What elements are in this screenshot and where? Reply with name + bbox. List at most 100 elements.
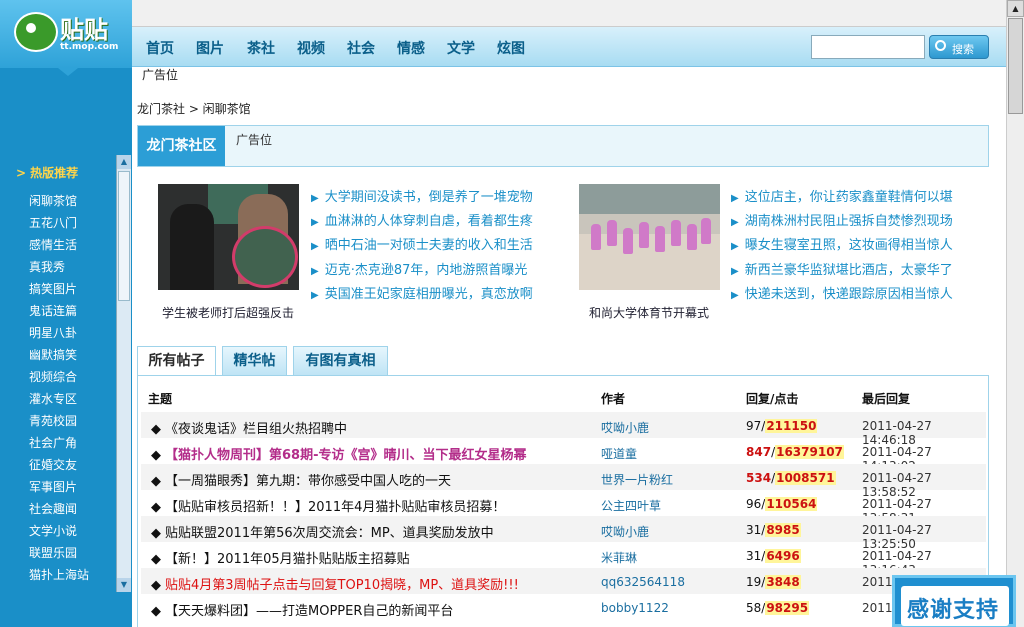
reply-count: 31 [746, 523, 762, 537]
post-title[interactable]: ◆ 【新！】2011年05月猫扑贴贴版主招募贴 [151, 548, 410, 567]
post-author[interactable]: 哎呦小鹿 [601, 523, 649, 540]
post-author[interactable]: 公主四叶草 [601, 497, 661, 514]
tab-all-posts[interactable]: 所有帖子 [137, 346, 216, 376]
news-link[interactable]: ▶ 英国准王妃家庭相册曝光，真恋放啊 [311, 283, 533, 302]
post-author[interactable]: 哑道童 [601, 445, 637, 462]
diamond-icon: ◆ [151, 500, 161, 515]
nav-home[interactable]: 首页 [146, 38, 174, 58]
featured-image[interactable] [158, 184, 299, 290]
table-row: ◆ 【猫扑人物周刊】第68期-专访《宫》晴川、当下最红女星杨幂 哑道童 847/163… [141, 438, 986, 473]
sidebar-item[interactable]: 真我秀 [29, 258, 65, 275]
news-link[interactable]: ▶ 迈克·杰克逊87年，内地游照首曝光 [311, 259, 527, 278]
news-link[interactable]: ▶ 晒中石油一对硕士夫妻的收入和生活 [311, 234, 533, 253]
click-count: 98295 [765, 601, 810, 615]
post-title[interactable]: ◆ 【猫扑人物周刊】第68期-专访《宫》晴川、当下最红女星杨幂 [151, 444, 527, 463]
logo-pointer [58, 68, 78, 76]
sidebar-item[interactable]: 闲聊茶馆 [29, 192, 77, 209]
section-title[interactable]: 龙门茶社区 [138, 126, 225, 166]
nav-tea[interactable]: 茶社 [247, 38, 275, 58]
post-title[interactable]: ◆ 贴贴联盟2011年第56次周交流会：MP、道具奖励发放中 [151, 522, 494, 541]
news-link[interactable]: ▶ 血淋淋的人体穿刺自虐，看着都生疼 [311, 210, 533, 229]
post-title[interactable]: ◆ 【天天爆料团】——打造MOPPER自己的新闻平台 [151, 600, 453, 619]
sidebar-item[interactable]: 五花八门 [29, 214, 77, 231]
post-title[interactable]: ◆ 《夜谈鬼话》栏目组火热招聘中 [151, 418, 347, 437]
sidebar-item[interactable]: 视频综合 [29, 368, 77, 385]
thanks-badge[interactable]: 感谢支持 [892, 575, 1016, 627]
scroll-up-icon[interactable]: ▲ [1007, 0, 1024, 17]
page-scrollbar[interactable]: ▲ [1006, 0, 1024, 627]
table-row: ◆ 《夜谈鬼话》栏目组火热招聘中 哎呦小鹿 97/211150 2011-04-27 1… [141, 412, 986, 447]
sidebar-item[interactable]: 联盟乐园 [29, 544, 77, 561]
sidebar-item[interactable]: 征婚交友 [29, 456, 77, 473]
scroll-thumb[interactable] [1008, 18, 1023, 114]
nav-video[interactable]: 视频 [297, 38, 325, 58]
sidebar-item[interactable]: 鬼话连篇 [29, 302, 77, 319]
post-author[interactable]: 哎呦小鹿 [601, 419, 649, 436]
post-author[interactable]: 世界一片粉红 [601, 471, 673, 488]
table-row: ◆ 【一周猫眼秀】第九期：带你感受中国人吃的一天 世界一片粉红 534/1008571… [141, 464, 986, 499]
sidebar-item[interactable]: 明星八卦 [29, 324, 77, 341]
featured-caption[interactable]: 学生被老师打后超强反击 [162, 304, 294, 321]
search-input[interactable] [811, 35, 925, 59]
nav-society[interactable]: 社会 [347, 38, 375, 58]
sidebar-item[interactable]: 灌水专区 [29, 390, 77, 407]
col-title: 主题 [148, 392, 173, 406]
featured-caption[interactable]: 和尚大学体育节开幕式 [589, 304, 709, 321]
news-link[interactable]: ▶ 湖南株洲村民阻止强拆自焚惨烈现场 [731, 210, 953, 229]
reply-count: 58 [746, 601, 762, 615]
sidebar-list: > 热版推荐 闲聊茶馆 五花八门 感情生活 真我秀 搞笑图片 鬼话连篇 明星八卦 … [0, 155, 116, 592]
scroll-thumb[interactable] [118, 171, 130, 301]
search-button[interactable]: 搜索 [929, 35, 989, 59]
sidebar-item[interactable]: 青苑校园 [29, 412, 77, 429]
post-stats: 31/8985 [746, 523, 801, 537]
nav-literature[interactable]: 文学 [447, 38, 475, 58]
news-link[interactable]: ▶ 快递未送到，快递跟踪原因相当惊人 [731, 283, 953, 302]
post-stats: 31/6496 [746, 549, 801, 563]
sidebar-item[interactable]: 猫扑上海站 [29, 566, 89, 583]
sidebar-item[interactable]: 军事图片 [29, 478, 77, 495]
news-link[interactable]: ▶ 这位店主，你让药家鑫童鞋情何以堪 [731, 186, 953, 205]
diamond-icon: ◆ [151, 578, 161, 593]
nav-showpics[interactable]: 炫图 [497, 38, 525, 58]
post-title[interactable]: ◆ 贴贴4月第3周帖子点击与回复TOP10揭晓，MP、道具奖励!!! [151, 574, 519, 593]
sidebar-item[interactable]: 社会广角 [29, 434, 77, 451]
site-logo[interactable]: 贴贴 tt.mop.com [0, 0, 132, 68]
sidebar-scrollbar[interactable]: ▲ ▼ [116, 155, 131, 592]
sidebar-item[interactable]: 社会趣闻 [29, 500, 77, 517]
post-title[interactable]: ◆ 【一周猫眼秀】第九期：带你感受中国人吃的一天 [151, 470, 451, 489]
featured-image[interactable] [579, 184, 720, 290]
post-author[interactable]: bobby1122 [601, 601, 669, 615]
reply-count: 534 [746, 471, 772, 485]
click-count: 8985 [765, 523, 801, 537]
scroll-up-icon[interactable]: ▲ [117, 155, 131, 169]
sidebar-item[interactable]: 搞笑图片 [29, 280, 77, 297]
sidebar-item[interactable]: 感情生活 [29, 236, 77, 253]
table-row: ◆ 【新！】2011年05月猫扑贴贴版主招募贴 米菲琳 31/6496 2011-04-… [141, 542, 986, 577]
col-last: 最后回复 [862, 392, 911, 406]
post-author[interactable]: 米菲琳 [601, 549, 637, 566]
news-link[interactable]: ▶ 曝女生寝室丑照，这妆画得相当惊人 [731, 234, 953, 253]
news-link[interactable]: ▶ 新西兰豪华监狱堪比酒店，太豪华了 [731, 259, 953, 278]
post-author[interactable]: qq632564118 [601, 575, 685, 589]
breadcrumb[interactable]: 龙门茶社 > 闲聊茶馆 [137, 100, 251, 117]
reply-count: 847 [746, 445, 772, 459]
sidebar-item[interactable]: 文学小说 [29, 522, 77, 539]
sidebar-item[interactable]: 幽默搞笑 [29, 346, 77, 363]
top-strip [132, 0, 1006, 27]
click-count: 211150 [765, 419, 818, 433]
scroll-down-icon[interactable]: ▼ [117, 578, 131, 592]
diamond-icon: ◆ [151, 604, 161, 619]
post-title[interactable]: ◆ 【贴贴审核员招新！！】2011年4月猫扑贴贴审核员招募！ [151, 496, 505, 515]
reply-count: 31 [746, 549, 762, 563]
tab-featured-posts[interactable]: 精华帖 [222, 346, 287, 375]
col-reply: 回复/点击 [746, 392, 799, 406]
nav-pictures[interactable]: 图片 [196, 38, 224, 58]
nav-emotion[interactable]: 情感 [397, 38, 425, 58]
news-link[interactable]: ▶ 大学期间没读书，倒是养了一堆宠物 [311, 186, 533, 205]
click-count: 6496 [765, 549, 801, 563]
tab-picture-posts[interactable]: 有图有真相 [293, 346, 388, 375]
table-row: ◆ 【贴贴审核员招新！！】2011年4月猫扑贴贴审核员招募！ 公主四叶草 96/110… [141, 490, 986, 525]
section-header: 龙门茶社区 广告位 [137, 125, 989, 167]
table-header: 主题 作者 回复/点击 最后回复 [138, 376, 988, 406]
arrow-icon: > [16, 166, 27, 180]
